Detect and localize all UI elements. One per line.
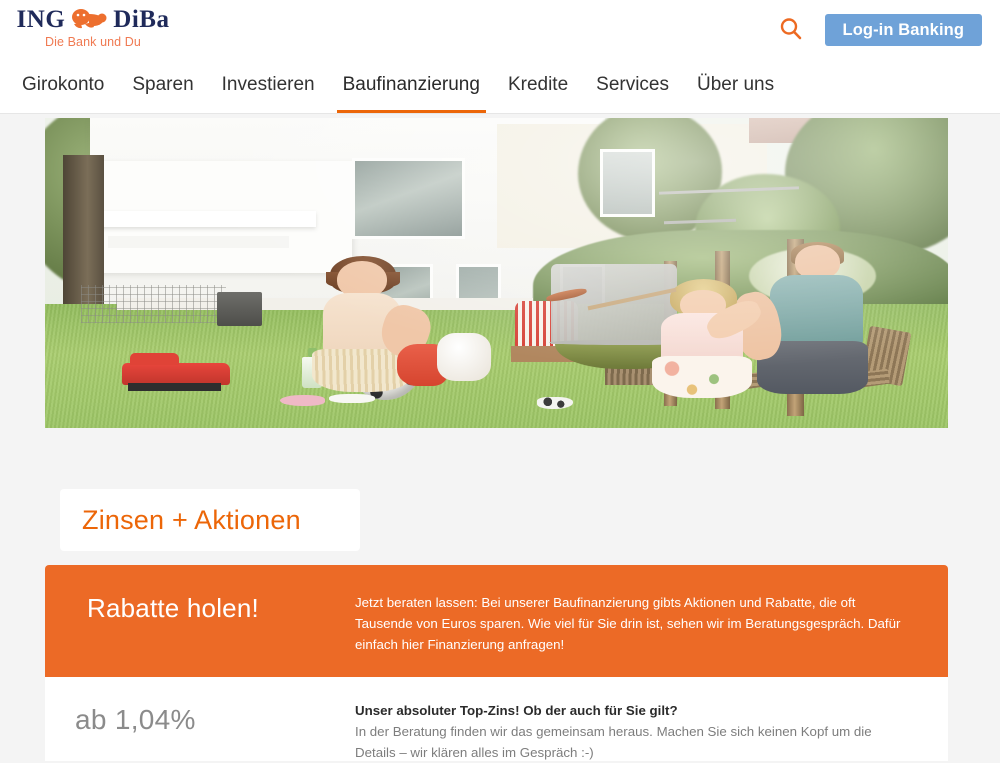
- lion-icon: [69, 7, 109, 31]
- nav-item-sparen[interactable]: Sparen: [118, 64, 207, 97]
- nav-item-services[interactable]: Services: [582, 64, 683, 97]
- logo-wordmark-ing: ING: [16, 5, 66, 33]
- logo[interactable]: ING DiBa Die Bank und Du: [8, 4, 178, 50]
- nav-item-ueber-uns[interactable]: Über uns: [683, 64, 788, 97]
- hero-image: [45, 118, 948, 428]
- logo-tagline: Die Bank und Du: [44, 35, 141, 49]
- nav-item-investieren[interactable]: Investieren: [208, 64, 329, 97]
- rate-info-row: ab 1,04% Unser absoluter Top-Zins! Ob de…: [45, 677, 948, 761]
- main-navigation: Girokonto Sparen Investieren Baufinanzie…: [0, 64, 1000, 114]
- hero-photo-illustration: [45, 118, 948, 428]
- logo-wordmark-diba: DiBa: [113, 5, 170, 33]
- interest-rate-value: ab 1,04%: [75, 704, 196, 735]
- rate-info-body: In der Beratung finden wir das gemeinsam…: [355, 724, 872, 760]
- nav-item-baufinanzierung[interactable]: Baufinanzierung: [329, 64, 494, 113]
- login-banking-button[interactable]: Log-in Banking: [824, 14, 982, 46]
- promo-title: Rabatte holen!: [87, 593, 259, 623]
- nav-item-kredite[interactable]: Kredite: [494, 64, 582, 97]
- search-icon[interactable]: [778, 16, 804, 42]
- page-content: Zinsen + Aktionen Rabatte holen! Jetzt b…: [0, 114, 1000, 761]
- nav-item-girokonto[interactable]: Girokonto: [8, 64, 118, 97]
- promo-body-text: Jetzt beraten lassen: Bei unserer Baufin…: [355, 595, 901, 652]
- rate-info-heading: Unser absoluter Top-Zins! Ob der auch fü…: [355, 703, 678, 718]
- promo-banner: Rabatte holen! Jetzt beraten lassen: Bei…: [45, 565, 948, 677]
- hero-caption-card: Zinsen + Aktionen: [60, 489, 360, 551]
- site-header: ING DiBa Die Bank und Du Log-in Banking: [0, 0, 1000, 64]
- hero-caption-text: Zinsen + Aktionen: [82, 504, 301, 535]
